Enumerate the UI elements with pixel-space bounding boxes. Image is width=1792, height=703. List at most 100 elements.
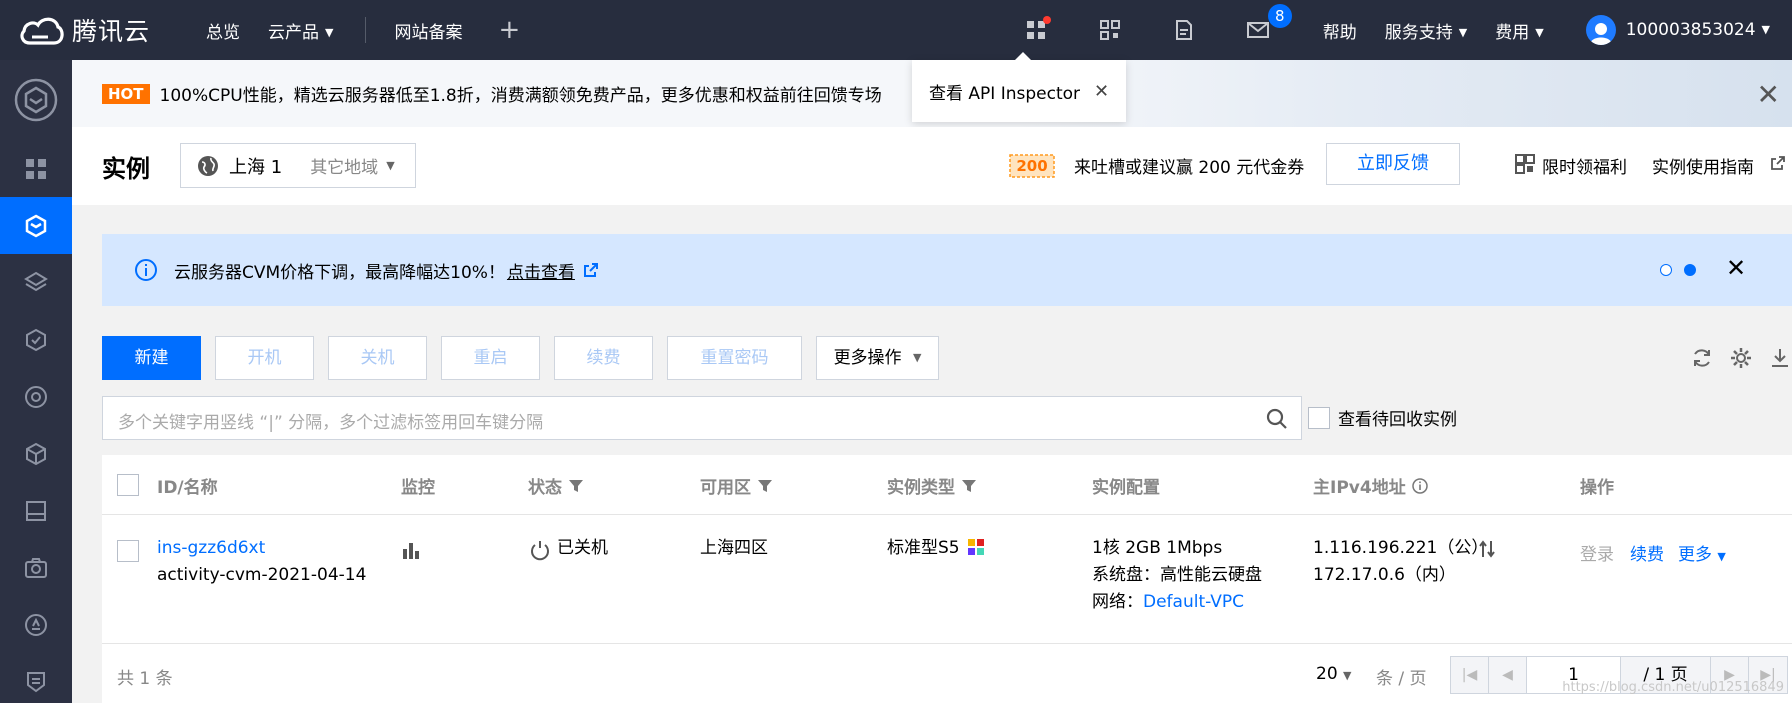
support-menu[interactable]: 服务支持 ▼ — [1385, 18, 1467, 43]
start-button[interactable]: 开机 — [215, 336, 314, 380]
external-link-icon[interactable] — [583, 262, 599, 278]
info-icon — [135, 259, 157, 281]
region-selector[interactable]: 上海 1 其它地域 ▼ — [180, 143, 416, 188]
other-region-label: 其它地域 — [310, 158, 379, 178]
limited-benefit-link[interactable]: 限时领福利 — [1542, 153, 1627, 178]
info-icon[interactable] — [1411, 477, 1428, 494]
sidebar — [0, 60, 72, 703]
nav-products[interactable]: 云产品 ▼ — [268, 18, 333, 43]
nav-overview[interactable]: 总览 — [206, 18, 240, 43]
more-action[interactable]: 更多 ▼ — [1678, 542, 1726, 570]
col-id-name: ID/名称 — [157, 478, 218, 498]
public-ip: 1.116.196.221（公） — [1313, 538, 1489, 558]
reset-password-button[interactable]: 重置密码 — [667, 336, 802, 380]
recycle-checkbox[interactable] — [1308, 406, 1330, 429]
coupon-badge-value: 200 — [1016, 157, 1047, 175]
row-checkbox[interactable] — [117, 540, 139, 562]
qrcode-icon[interactable] — [1098, 18, 1122, 42]
billing-menu[interactable]: 费用 ▼ — [1495, 18, 1543, 43]
carousel-dot[interactable] — [1660, 264, 1672, 276]
account-menu[interactable]: 100003853024 ▼ — [1626, 20, 1770, 40]
sidebar-item-snapshots[interactable] — [0, 539, 72, 596]
refresh-icon[interactable] — [1690, 346, 1714, 370]
close-icon[interactable]: ✕ — [1726, 254, 1746, 282]
close-icon[interactable]: ✕ — [1757, 78, 1780, 111]
nav-products-label: 云产品 — [268, 22, 319, 43]
document-icon[interactable] — [1172, 18, 1196, 42]
swap-ip-icon[interactable] — [1477, 539, 1497, 559]
sidebar-item-disks[interactable] — [0, 368, 72, 425]
first-page-icon[interactable]: |◀ — [1451, 657, 1489, 693]
sidebar-item-security[interactable] — [0, 311, 72, 368]
globe-icon — [198, 155, 218, 176]
gear-icon[interactable] — [1729, 346, 1753, 370]
mail-icon[interactable]: 8 — [1246, 4, 1292, 42]
carousel-dot-active[interactable] — [1684, 264, 1696, 276]
sidebar-item-instances[interactable] — [0, 197, 72, 254]
caret-down-icon: ▼ — [1717, 550, 1726, 563]
avatar[interactable] — [1585, 15, 1616, 45]
sidebar-item-templates[interactable] — [0, 482, 72, 539]
brand-name: 腾讯云 — [72, 17, 151, 46]
renew-action[interactable]: 续费 — [1630, 542, 1664, 569]
help-link[interactable]: 帮助 — [1323, 18, 1357, 43]
add-icon[interactable]: + — [498, 15, 520, 45]
nav-icp[interactable]: 网站备案 — [394, 18, 462, 43]
download-icon[interactable] — [1768, 346, 1792, 370]
placement-icon — [25, 613, 47, 636]
cube-icon — [25, 214, 47, 237]
api-inspector-link[interactable]: 查看 API Inspector — [929, 79, 1080, 104]
restart-button[interactable]: 重启 — [441, 336, 540, 380]
notice-link[interactable]: 点击查看 — [507, 258, 575, 283]
sidebar-item-placement[interactable] — [0, 596, 72, 653]
filter-icon — [758, 479, 772, 492]
col-status[interactable]: 状态 — [528, 473, 584, 498]
create-button[interactable]: 新建 — [102, 336, 201, 380]
grid-apps-icon[interactable] — [1024, 16, 1051, 42]
renew-button[interactable]: 续费 — [554, 336, 653, 380]
external-link-icon[interactable] — [1770, 155, 1786, 171]
col-type[interactable]: 实例类型 — [887, 473, 977, 498]
price-notice-banner: 云服务器CVM价格下调，最高降幅达10%！ 点击查看 ✕ — [102, 234, 1792, 306]
feedback-button[interactable]: 立即反馈 — [1326, 143, 1460, 185]
tencent-cloud-logo[interactable]: 腾讯云 — [0, 12, 178, 48]
recycle-filter: 查看待回收实例 — [1308, 405, 1457, 430]
instance-type: 标准型S5 — [887, 538, 960, 558]
col-actions: 操作 — [1580, 478, 1614, 498]
page-size-select[interactable]: 20 ▼ — [1316, 664, 1352, 684]
vpc-link[interactable]: Default-VPC — [1143, 592, 1244, 612]
prev-page-icon[interactable]: ◀ — [1489, 657, 1527, 693]
chevron-down-icon: ▼ — [386, 159, 395, 172]
hexagon-shield-icon — [26, 328, 46, 351]
config-network-label: 网络： — [1092, 592, 1143, 612]
cvm-product-icon[interactable] — [0, 60, 72, 140]
filter-icon — [962, 479, 976, 492]
select-all-checkbox[interactable] — [117, 474, 139, 496]
instance-guide-link[interactable]: 实例使用指南 — [1652, 153, 1754, 178]
col-ipv4-label: 主IPv4地址 — [1313, 478, 1406, 498]
hot-promo-text[interactable]: 100%CPU性能，精选云服务器低至1.8折，消费满额领免费产品，更多优惠和权益… — [160, 81, 930, 106]
sidebar-item-packages[interactable] — [0, 425, 72, 482]
sidebar-item-keys[interactable] — [0, 653, 72, 703]
search-icon[interactable] — [1265, 407, 1289, 431]
recycle-label[interactable]: 查看待回收实例 — [1338, 405, 1457, 430]
total-count: 共 1 条 — [117, 669, 173, 689]
sidebar-item-images[interactable] — [0, 254, 72, 311]
layers-icon — [24, 271, 48, 291]
bar-chart-icon[interactable] — [401, 540, 421, 560]
col-zone[interactable]: 可用区 — [700, 473, 773, 498]
top-navbar: 腾讯云 总览 云产品 ▼ 网站备案 + 8 帮助 服务支持 ▼ 费用 ▼ 100003… — [0, 0, 1792, 60]
login-action[interactable]: 登录 — [1580, 542, 1614, 569]
col-monitor: 监控 — [401, 478, 435, 498]
close-icon[interactable]: ✕ — [1094, 81, 1109, 102]
stop-button[interactable]: 关机 — [328, 336, 427, 380]
instance-id-link[interactable]: ins-gzz6d6xt — [157, 535, 265, 562]
more-actions-dropdown[interactable]: 更多操作 ▼ — [816, 336, 939, 380]
sidebar-item-overview[interactable] — [0, 140, 72, 197]
dashboard-icon — [26, 158, 46, 179]
shield-icon — [27, 671, 45, 692]
chevron-down-icon: ▼ — [1761, 23, 1770, 36]
search-input[interactable]: 多个关键字用竖线 “|” 分隔，多个过滤标签用回车键分隔 — [102, 396, 1302, 440]
billing-label: 费用 — [1495, 22, 1530, 43]
chevron-down-icon: ▼ — [325, 25, 334, 39]
